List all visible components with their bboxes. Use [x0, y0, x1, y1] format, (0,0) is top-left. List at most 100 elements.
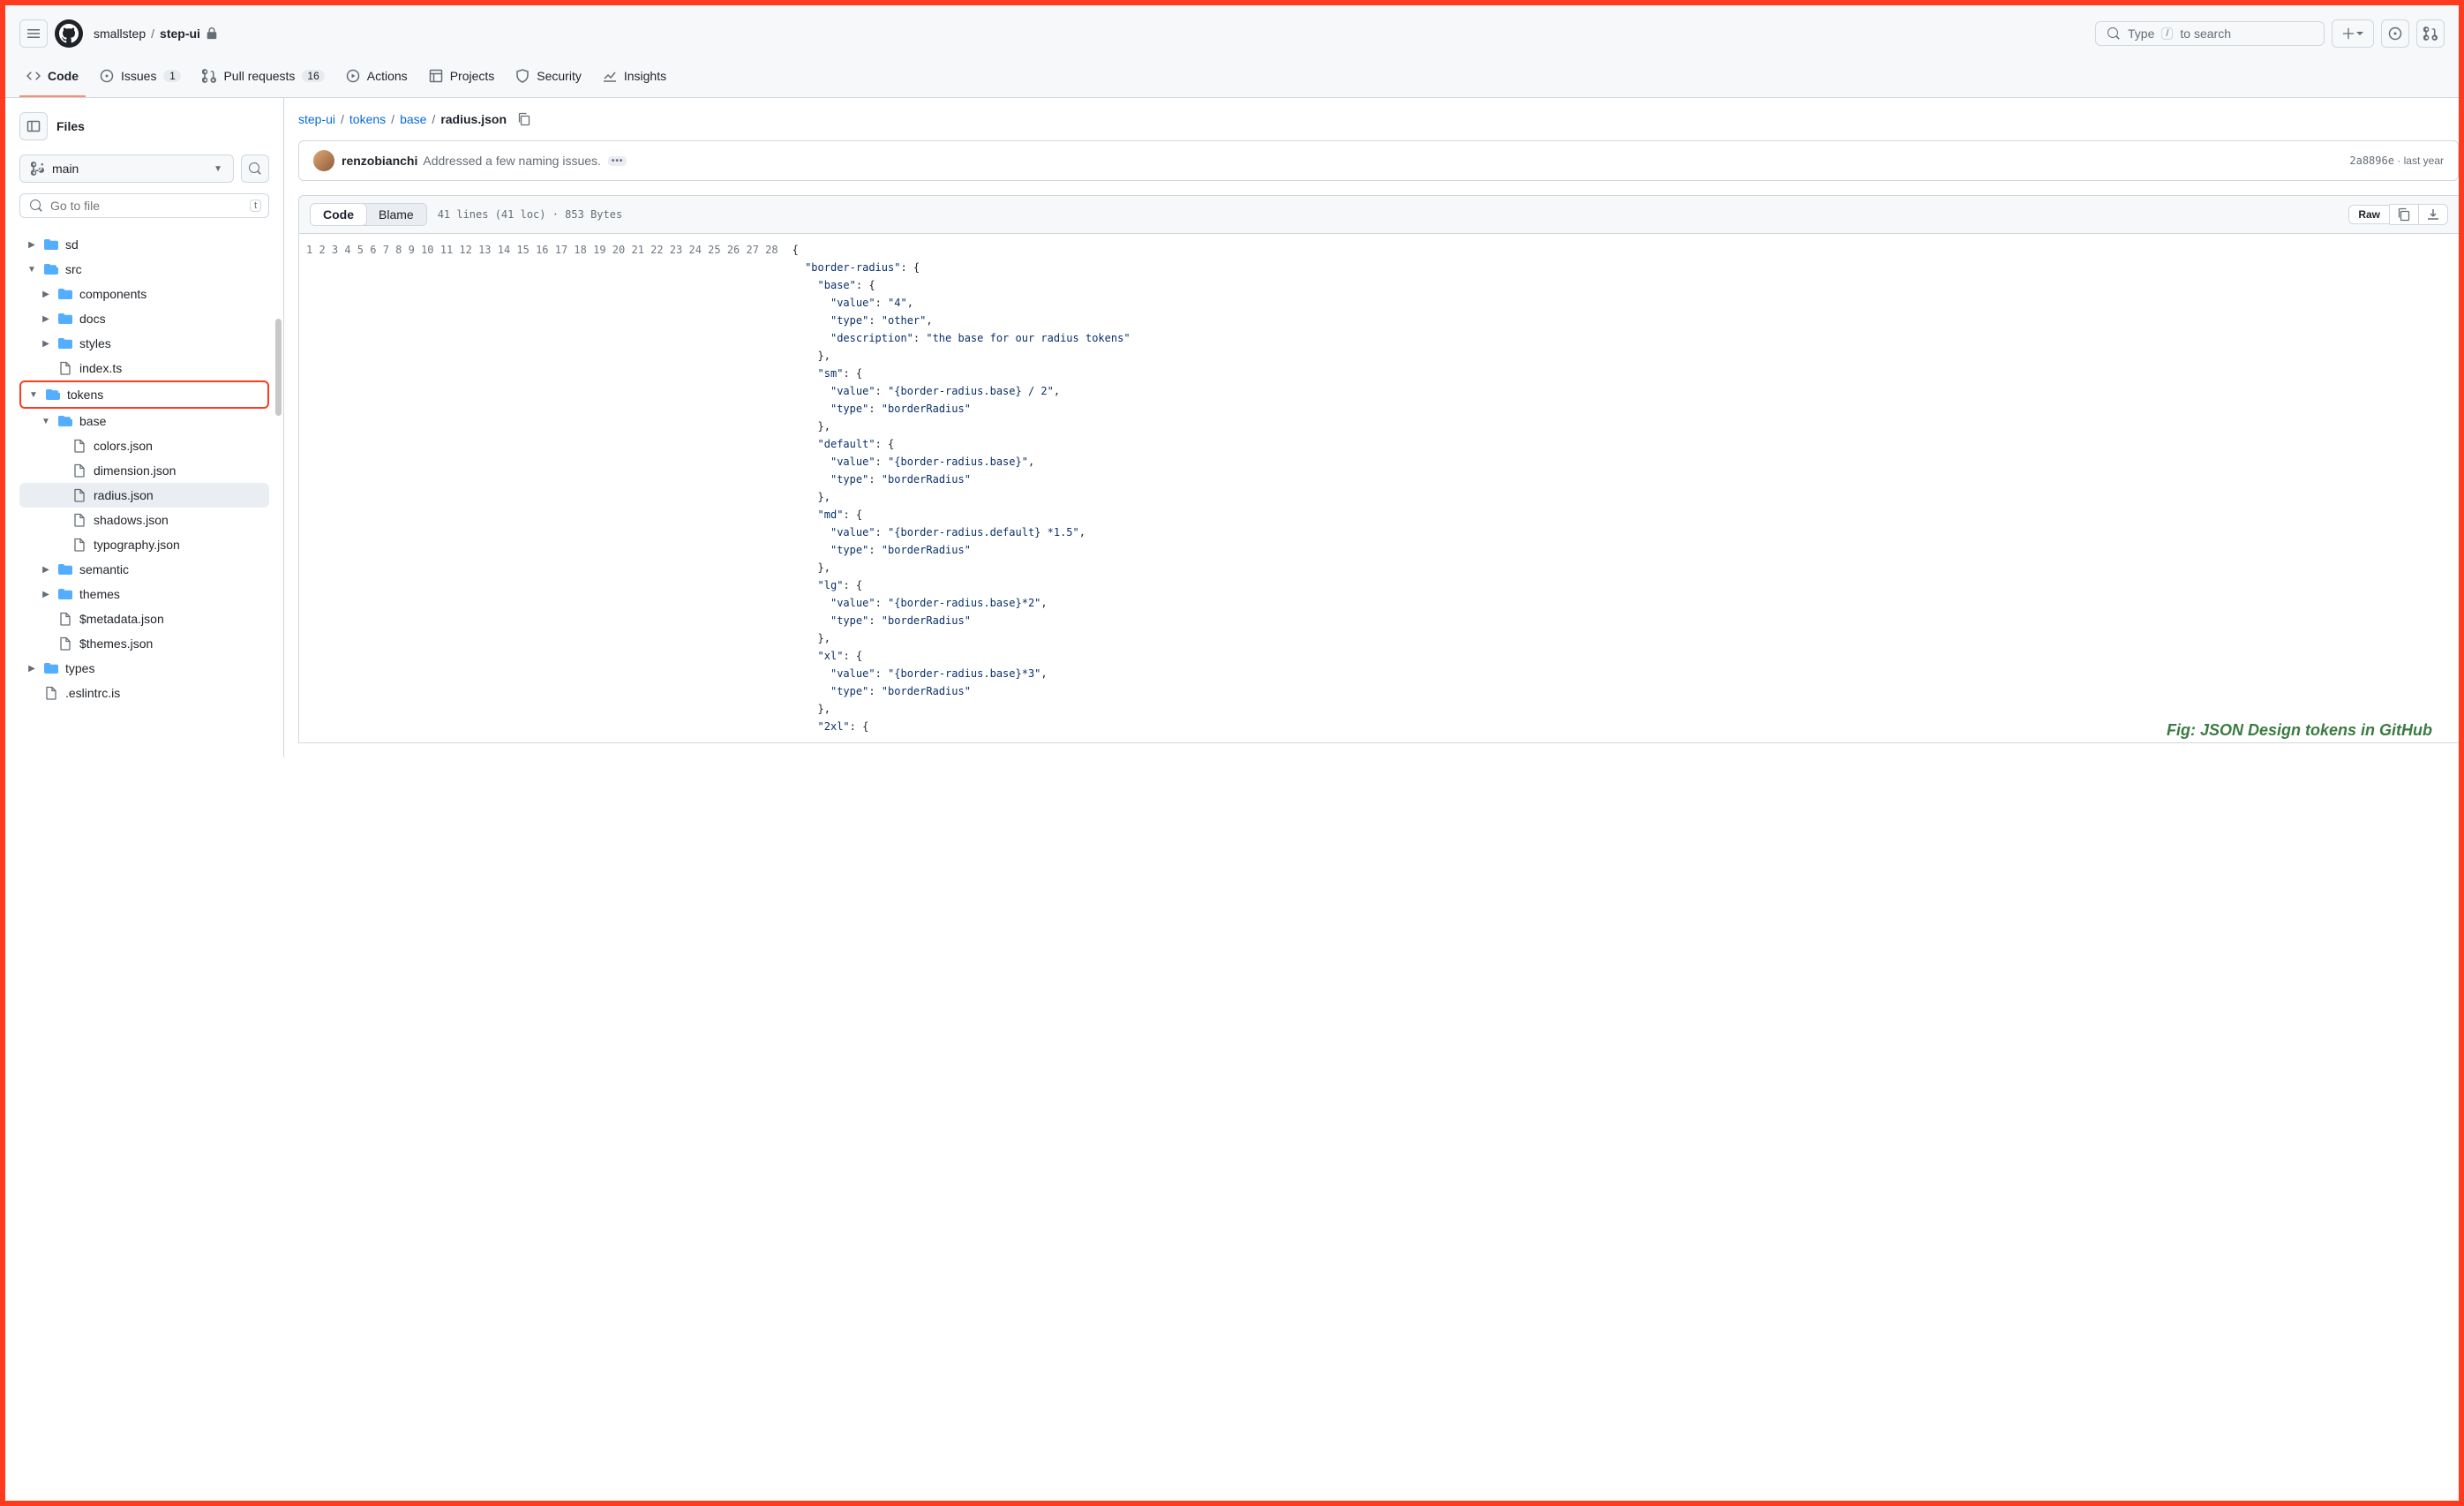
tree-label: tokens [67, 388, 103, 402]
tree-file-colors[interactable]: colors.json [19, 433, 269, 458]
sidebar-scrollbar[interactable] [275, 319, 282, 416]
copy-raw-button[interactable] [2390, 204, 2419, 225]
github-mark-icon [59, 24, 79, 43]
files-collapse-button[interactable] [19, 112, 48, 140]
go-to-file-field[interactable] [50, 199, 259, 213]
tree-folder-themes[interactable]: ▶ themes [19, 582, 269, 606]
folder-icon [58, 336, 72, 350]
view-mode-tabs: Code Blame [310, 203, 427, 226]
folder-icon [44, 237, 58, 252]
tree-folder-base[interactable]: ▼ base [19, 409, 269, 433]
tree-folder-tokens[interactable]: ▼ tokens [19, 380, 269, 409]
search-kbd: / [2161, 27, 2173, 40]
github-logo[interactable] [55, 19, 83, 48]
tree-label: types [65, 661, 94, 675]
code-area[interactable]: 1 2 3 4 5 6 7 8 9 10 11 12 13 14 15 16 1… [299, 234, 2459, 742]
files-title: Files [56, 119, 85, 133]
separator: / [151, 26, 154, 41]
download-icon [2426, 207, 2440, 222]
commit-ellipsis-button[interactable]: ••• [608, 156, 627, 166]
nav-insights[interactable]: Insights [596, 62, 673, 97]
tree-label: $metadata.json [79, 612, 164, 626]
chevron-right-icon: ▶ [41, 565, 51, 575]
tree-folder-sd[interactable]: ▶ sd [19, 232, 269, 257]
owner-link[interactable]: smallstep [94, 26, 146, 41]
tree-file-dimension[interactable]: dimension.json [19, 458, 269, 483]
path-root[interactable]: step-ui [298, 112, 335, 126]
tree-folder-types[interactable]: ▶ types [19, 656, 269, 681]
tree-label: index.ts [79, 361, 122, 375]
caret-down-icon [2356, 30, 2363, 37]
nav-actions[interactable]: Actions [339, 62, 415, 97]
nav-code[interactable]: Code [19, 62, 86, 97]
tree-folder-semantic[interactable]: ▶ semantic [19, 557, 269, 582]
chevron-right-icon: ▶ [41, 339, 51, 349]
copy-path-icon[interactable] [517, 112, 531, 126]
tree-file-metadata[interactable]: $metadata.json [19, 606, 269, 631]
tree-label: src [65, 262, 82, 276]
hamburger-menu[interactable] [19, 19, 48, 48]
line-numbers: 1 2 3 4 5 6 7 8 9 10 11 12 13 14 15 16 1… [299, 234, 793, 742]
tree-folder-docs[interactable]: ▶ docs [19, 306, 269, 331]
global-search[interactable]: Type / to search [2095, 21, 2325, 46]
nav-projects[interactable]: Projects [422, 62, 502, 97]
nav-security-label: Security [537, 69, 582, 83]
shield-icon [515, 69, 530, 83]
file-icon [72, 463, 86, 478]
create-new-button[interactable] [2332, 19, 2374, 48]
nav-insights-label: Insights [624, 69, 666, 83]
path-tokens[interactable]: tokens [349, 112, 386, 126]
file-actions: Raw [2348, 204, 2448, 225]
tree-folder-components[interactable]: ▶ components [19, 282, 269, 306]
tree-label: dimension.json [94, 463, 176, 478]
tree-label: semantic [79, 562, 129, 576]
repo-breadcrumb: smallstep / step-ui [94, 26, 218, 41]
commit-author[interactable]: renzobianchi [342, 154, 417, 168]
tree-label: typography.json [94, 538, 180, 552]
commit-sha[interactable]: 2a8896e [2349, 154, 2394, 167]
git-pull-request-icon [202, 69, 216, 83]
search-prefix: Type [2128, 26, 2154, 41]
tree-label: .eslintrc.is [65, 686, 120, 700]
tab-blame[interactable]: Blame [366, 204, 426, 225]
repo-link[interactable]: step-ui [160, 26, 200, 41]
pull-requests-button[interactable] [2416, 19, 2445, 48]
nav-security[interactable]: Security [508, 62, 589, 97]
tree-file-radius[interactable]: radius.json [19, 483, 269, 508]
branch-selector[interactable]: main ▼ [19, 154, 234, 183]
tree-folder-src[interactable]: ▼ src [19, 257, 269, 282]
tree-file-index-ts[interactable]: index.ts [19, 356, 269, 380]
nav-pull-requests[interactable]: Pull requests 16 [195, 62, 331, 97]
file-icon [72, 488, 86, 502]
file-tree: ▶ sd ▼ src ▶ components ▶ docs ▶ [19, 232, 269, 705]
tree-label: sd [65, 237, 79, 252]
tree-label: docs [79, 312, 106, 326]
avatar[interactable] [313, 150, 334, 171]
tree-label: $themes.json [79, 636, 153, 651]
tree-file-shadows[interactable]: shadows.json [19, 508, 269, 532]
file-icon [72, 439, 86, 453]
chevron-right-icon: ▶ [41, 314, 51, 324]
issues-button[interactable] [2381, 19, 2409, 48]
search-tree-button[interactable] [241, 154, 269, 183]
nav-issues[interactable]: Issues 1 [93, 62, 188, 97]
tree-folder-styles[interactable]: ▶ styles [19, 331, 269, 356]
lock-icon [206, 27, 218, 40]
download-button[interactable] [2419, 204, 2448, 225]
commit-meta: 2a8896e · last year [2349, 154, 2444, 167]
issue-icon [100, 69, 114, 83]
raw-button[interactable]: Raw [2348, 205, 2390, 224]
commit-message[interactable]: Addressed a few naming issues. [423, 154, 601, 168]
path-base[interactable]: base [400, 112, 426, 126]
issue-dot-icon [2388, 26, 2402, 41]
file-viewer: Code Blame 41 lines (41 loc) · 853 Bytes… [298, 195, 2459, 743]
tree-file-eslint[interactable]: .eslintrc.is [19, 681, 269, 705]
tree-file-typography[interactable]: typography.json [19, 532, 269, 557]
tab-code[interactable]: Code [310, 203, 367, 226]
nav-issues-counter: 1 [163, 70, 181, 82]
go-to-file-input[interactable]: t [19, 193, 269, 218]
tree-file-themes-json[interactable]: $themes.json [19, 631, 269, 656]
nav-pulls-label: Pull requests [223, 69, 295, 83]
search-icon [248, 162, 262, 176]
file-icon [44, 686, 58, 700]
